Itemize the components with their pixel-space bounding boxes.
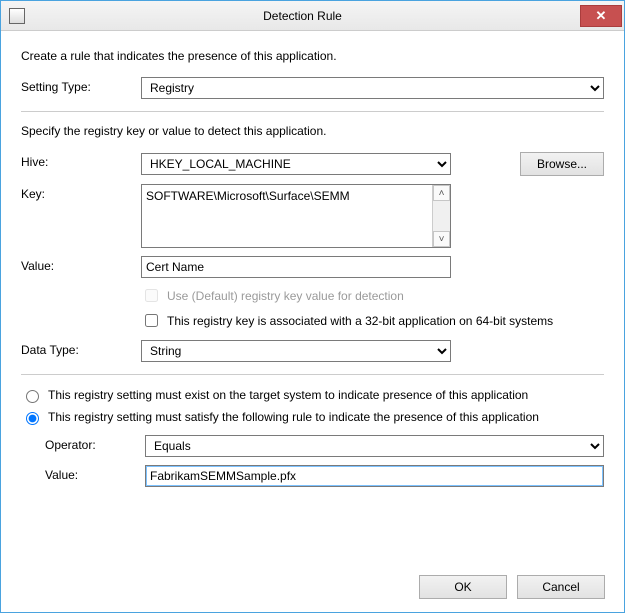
radio-exist-label: This registry setting must exist on the … xyxy=(48,388,528,402)
separator-2 xyxy=(21,374,604,375)
titlebar: Detection Rule ✕ xyxy=(1,1,624,31)
radio-satisfy-label: This registry setting must satisfy the f… xyxy=(48,410,539,424)
key-scrollbar[interactable]: ˄ ˅ xyxy=(432,185,450,247)
key-label: Key: xyxy=(21,184,141,201)
value-input[interactable] xyxy=(141,256,451,278)
scroll-down-icon[interactable]: ˅ xyxy=(433,231,450,247)
rule-value-label: Value: xyxy=(45,465,145,482)
browse-button[interactable]: Browse... xyxy=(520,152,604,176)
hive-select[interactable]: HKEY_LOCAL_MACHINE xyxy=(141,153,451,175)
section2-intro: Specify the registry key or value to det… xyxy=(21,124,604,138)
rule-value-input[interactable] xyxy=(145,465,604,487)
assoc32-row[interactable]: This registry key is associated with a 3… xyxy=(141,311,604,330)
radio-exist[interactable] xyxy=(26,390,39,403)
radio-exist-row[interactable]: This registry setting must exist on the … xyxy=(21,387,604,403)
intro-text: Create a rule that indicates the presenc… xyxy=(21,49,604,63)
setting-type-select[interactable]: Registry xyxy=(141,77,604,99)
key-text[interactable]: SOFTWARE\Microsoft\Surface\SEMM xyxy=(142,185,432,247)
operator-label: Operator: xyxy=(45,435,145,452)
data-type-select[interactable]: String xyxy=(141,340,451,362)
window-title: Detection Rule xyxy=(25,9,580,23)
value-label: Value: xyxy=(21,256,141,273)
cancel-button[interactable]: Cancel xyxy=(517,575,605,599)
key-textarea[interactable]: SOFTWARE\Microsoft\Surface\SEMM ˄ ˅ xyxy=(141,184,451,248)
hive-label: Hive: xyxy=(21,152,141,169)
radio-satisfy[interactable] xyxy=(26,412,39,425)
use-default-row: Use (Default) registry key value for det… xyxy=(141,286,604,305)
window-icon xyxy=(9,8,25,24)
use-default-label: Use (Default) registry key value for det… xyxy=(167,289,404,303)
operator-select[interactable]: Equals xyxy=(145,435,604,457)
radio-satisfy-row[interactable]: This registry setting must satisfy the f… xyxy=(21,409,604,425)
assoc32-label: This registry key is associated with a 3… xyxy=(167,314,553,328)
scroll-up-icon[interactable]: ˄ xyxy=(433,185,450,201)
assoc32-checkbox[interactable] xyxy=(145,314,158,327)
data-type-label: Data Type: xyxy=(21,340,141,357)
separator xyxy=(21,111,604,112)
use-default-checkbox xyxy=(145,289,158,302)
close-button[interactable]: ✕ xyxy=(580,5,622,27)
setting-type-label: Setting Type: xyxy=(21,77,141,94)
ok-button[interactable]: OK xyxy=(419,575,507,599)
